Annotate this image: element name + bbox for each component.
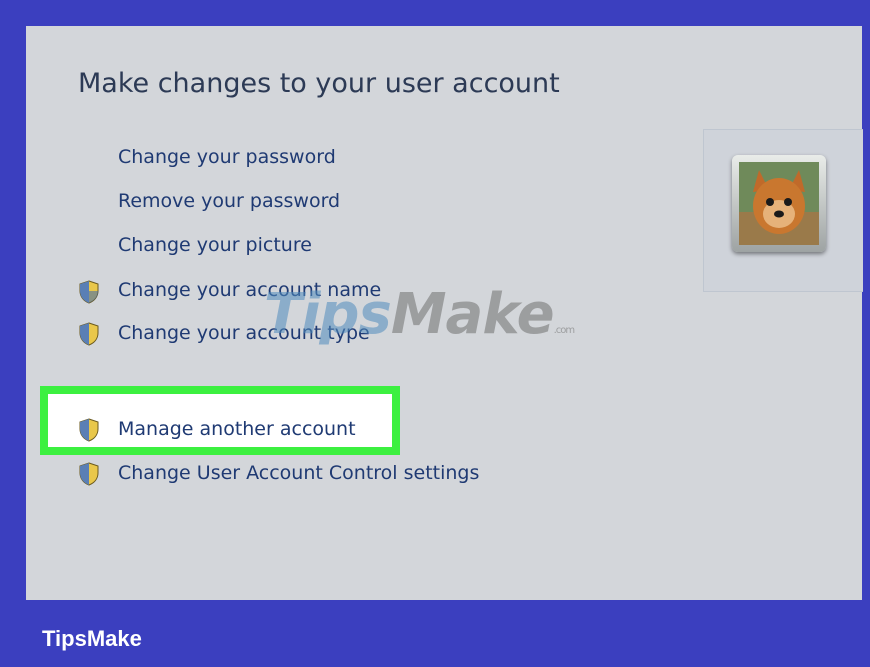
shield-icon [79, 280, 99, 304]
shield-icon [79, 322, 99, 346]
manage-another-account-link[interactable]: Manage another account [118, 418, 356, 440]
change-picture-link[interactable]: Change your picture [118, 234, 312, 256]
shield-icon [79, 418, 99, 442]
user-picture[interactable] [732, 155, 826, 252]
dog-avatar-icon [739, 162, 819, 245]
shield-icon [79, 462, 99, 486]
change-password-link[interactable]: Change your password [118, 146, 336, 168]
remove-password-link[interactable]: Remove your password [118, 190, 340, 212]
page-title: Make changes to your user account [78, 68, 560, 99]
watermark: TipsMake.com [264, 282, 575, 347]
brand-label: TipsMake [42, 626, 142, 651]
uac-settings-link[interactable]: Change User Account Control settings [118, 462, 479, 484]
user-picture-frame [703, 129, 863, 292]
